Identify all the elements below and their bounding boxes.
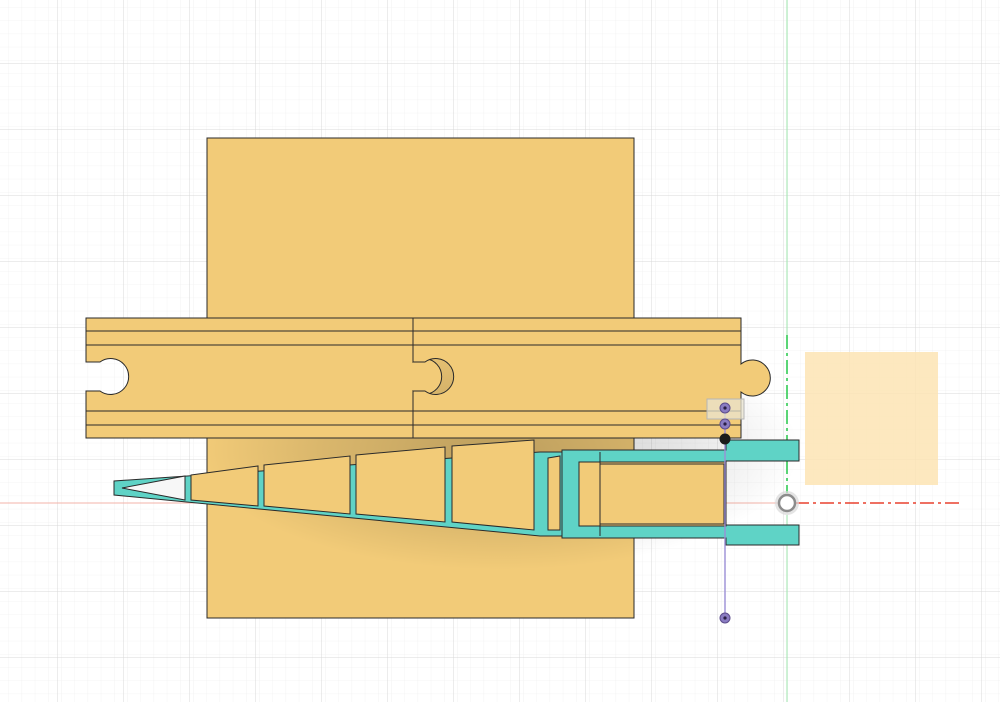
- origin-point-icon[interactable]: [775, 491, 799, 515]
- viewport-canvas[interactable]: [0, 0, 1000, 702]
- cad-viewport[interactable]: [0, 0, 1000, 702]
- track-piece-right[interactable]: [412, 317, 771, 439]
- ghost-body[interactable]: [805, 352, 938, 485]
- inner-block[interactable]: [599, 463, 725, 525]
- track-piece-left[interactable]: [85, 317, 443, 439]
- track-assembly[interactable]: [85, 317, 771, 439]
- sketch-point-fixed[interactable]: [719, 433, 731, 445]
